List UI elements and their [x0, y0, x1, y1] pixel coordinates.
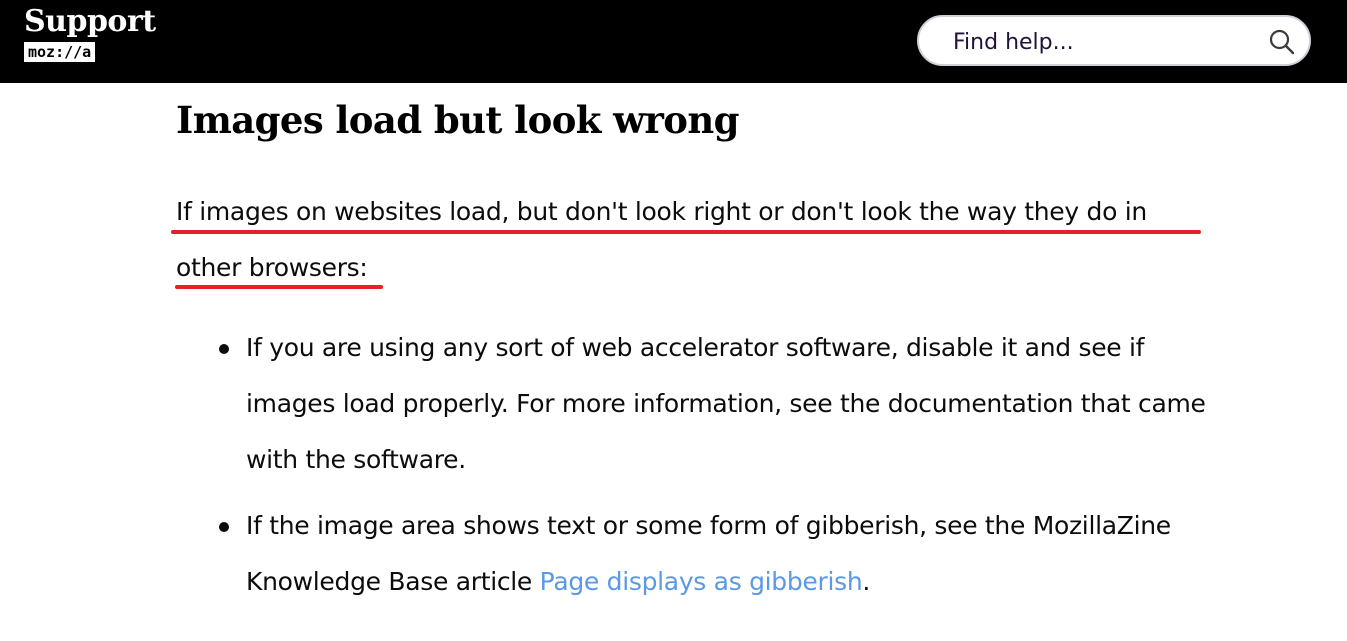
search-icon[interactable] [1268, 28, 1296, 56]
top-bar: Support moz://a [0, 0, 1347, 83]
support-logo[interactable]: Support moz://a [24, 4, 156, 62]
article-content: Images load but look wrong If images on … [171, 94, 1236, 596]
annotation-underline [175, 285, 383, 289]
intro-paragraph: If images on websites load, but don't lo… [176, 197, 1147, 282]
gibberish-article-link[interactable]: Page displays as gibberish [540, 567, 863, 596]
bullet-icon [219, 522, 229, 532]
list-item: If the image area shows text or some for… [176, 498, 1236, 610]
tips-list: If you are using any sort of web acceler… [176, 320, 1236, 620]
search-box[interactable] [917, 15, 1311, 66]
logo-title: Support [24, 4, 156, 39]
mozilla-wordmark: moz://a [24, 42, 96, 62]
annotation-underline [171, 230, 1201, 234]
list-item-text: If you are using any sort of web acceler… [246, 333, 1206, 474]
bullet-icon [219, 344, 229, 354]
search-input[interactable] [951, 25, 1255, 59]
article-heading: Images load but look wrong [176, 98, 739, 142]
list-item: If you are using any sort of web acceler… [176, 320, 1236, 488]
list-item-period: . [862, 567, 871, 596]
